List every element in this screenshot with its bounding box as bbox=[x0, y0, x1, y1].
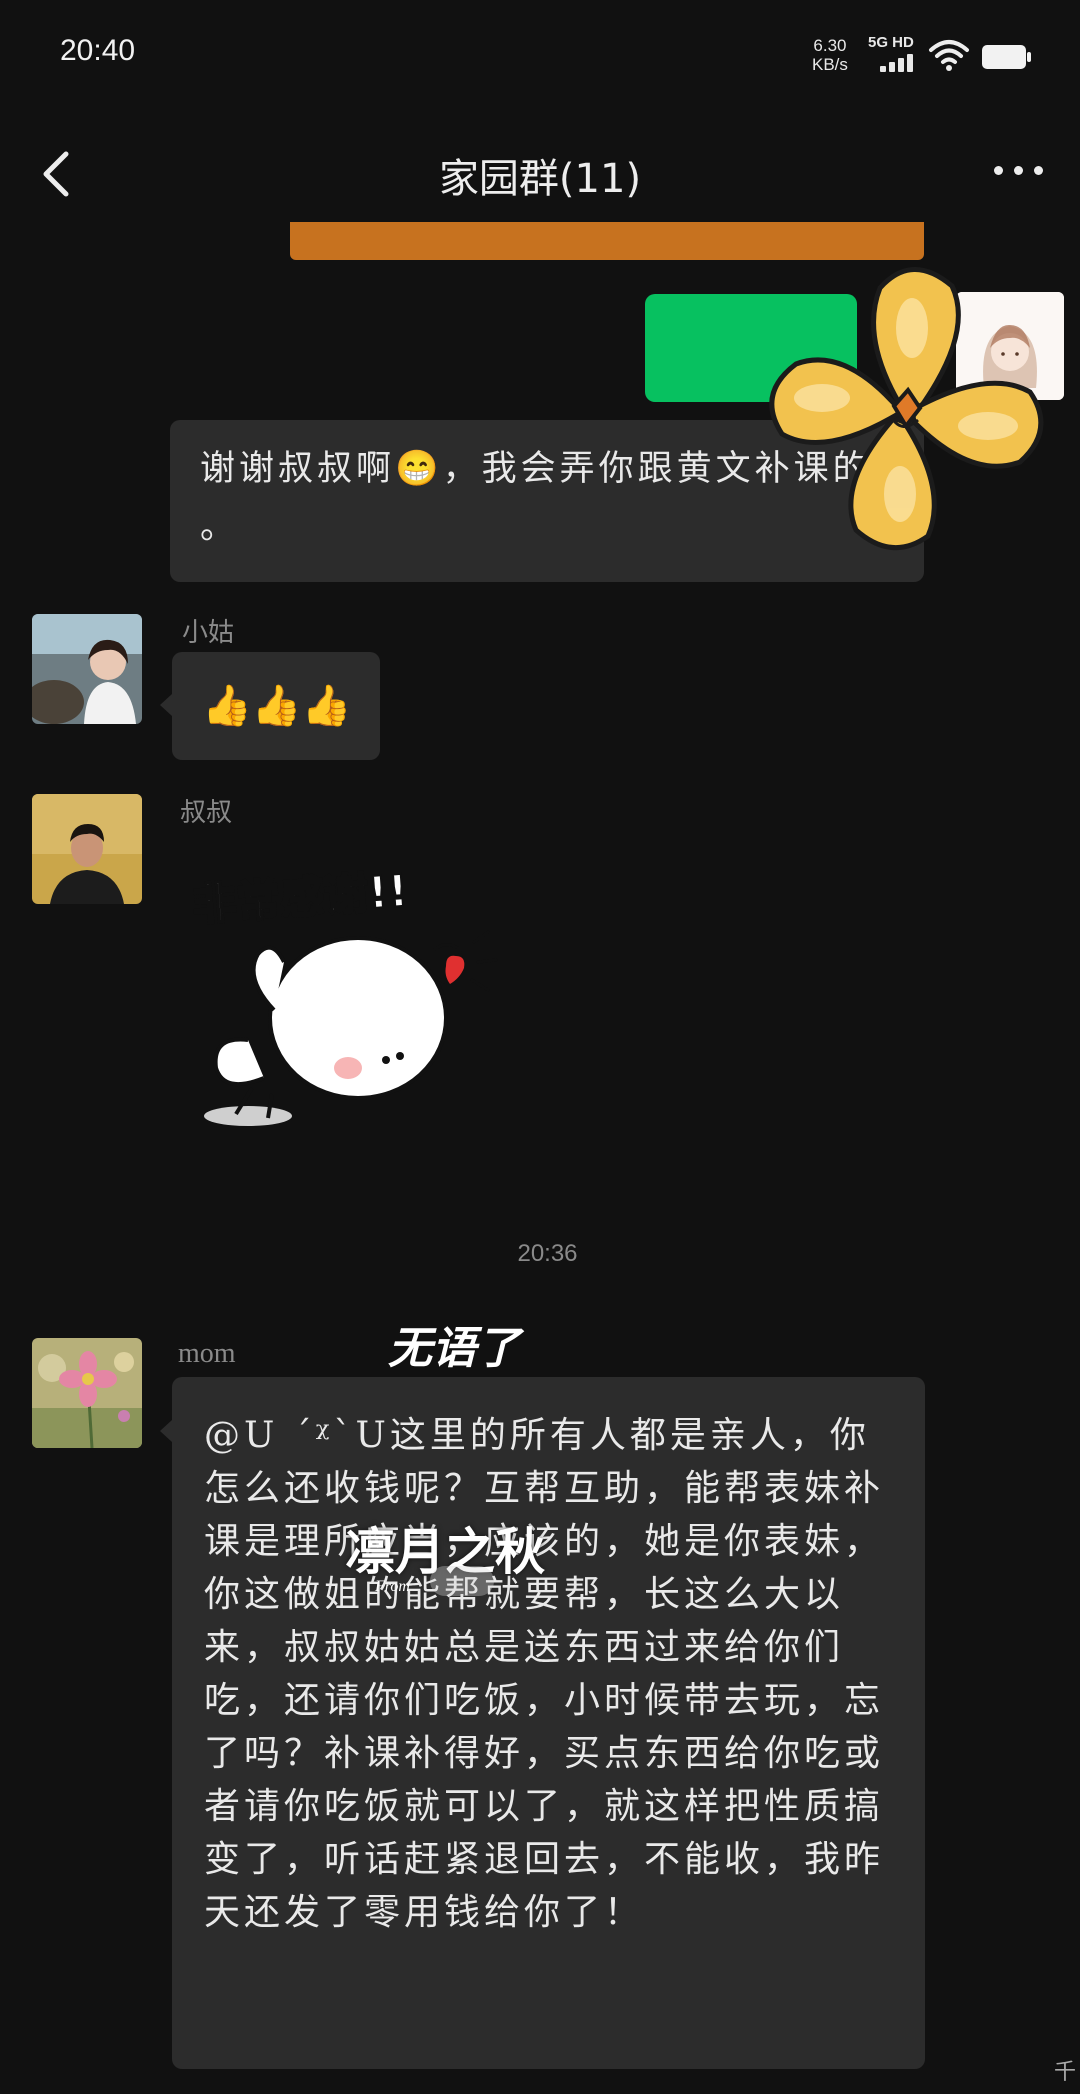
overlay-caption: 无语了 bbox=[388, 1324, 520, 1373]
watermark-cloud-icon bbox=[430, 1566, 494, 1596]
signal-icon bbox=[880, 54, 916, 72]
avatar-mom[interactable] bbox=[32, 1338, 142, 1448]
transfer-card[interactable] bbox=[290, 222, 924, 260]
watermark-sub: From bbox=[375, 1578, 410, 1595]
chat-title: 家园群(11) bbox=[438, 156, 642, 202]
network-speed-value: 6.30 bbox=[813, 36, 847, 55]
message-mom[interactable]: @U ´ᵡ`U这里的所有人都是亲人，你怎么还收钱呢？互帮互助，能帮表妹补课是理所… bbox=[172, 1377, 925, 2069]
bubble-tail bbox=[160, 1420, 172, 1442]
sender-name: 小姑 bbox=[182, 618, 235, 648]
more-icon[interactable] bbox=[990, 160, 1046, 180]
network-speed-unit: KB/s bbox=[812, 55, 848, 74]
network-type: 5G HD bbox=[868, 34, 914, 51]
wifi-icon bbox=[929, 40, 969, 71]
sender-name: 叔叔 bbox=[180, 798, 233, 828]
timestamp: 20:36 bbox=[517, 1240, 578, 1267]
flower-sticker-icon bbox=[769, 267, 1044, 551]
sender-name: mom bbox=[178, 1338, 236, 1369]
network-speed: 6.30 KB/s bbox=[812, 36, 848, 74]
thanks-sticker[interactable]: 非常感谢!! bbox=[188, 858, 508, 1148]
corner-glyph: 千 bbox=[1054, 2060, 1077, 2085]
avatar-aunt[interactable] bbox=[32, 614, 142, 724]
heart-icon bbox=[445, 955, 465, 984]
battery-icon bbox=[982, 45, 1031, 69]
avatar-uncle[interactable] bbox=[32, 794, 142, 904]
bubble-tail bbox=[160, 694, 172, 716]
status-time: 20:40 bbox=[60, 34, 136, 67]
message-aunt[interactable]: 👍👍👍 bbox=[172, 652, 380, 760]
